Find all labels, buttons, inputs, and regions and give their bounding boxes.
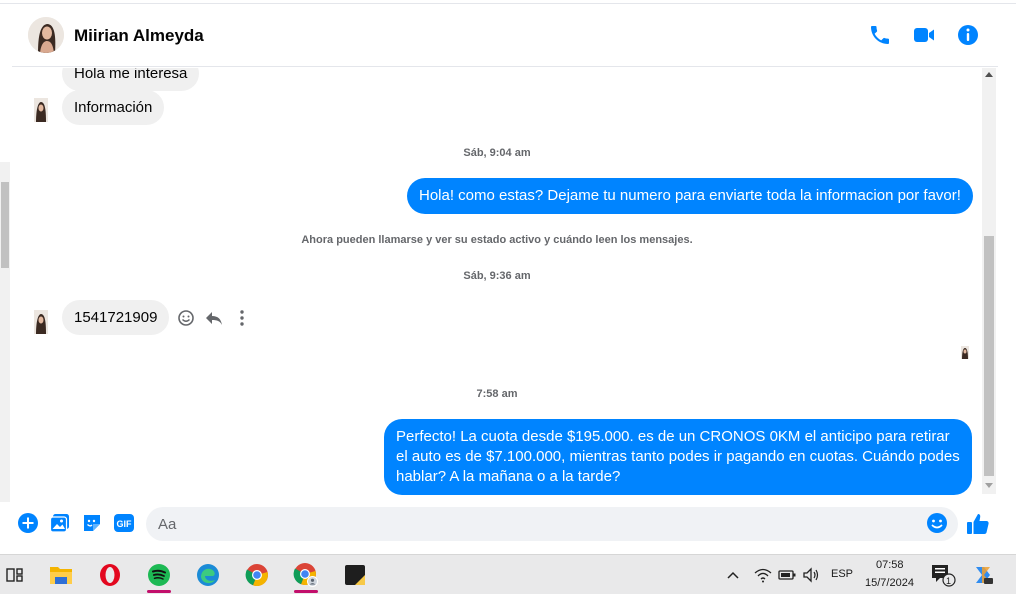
scroll-up-icon[interactable] xyxy=(985,72,993,77)
photo-icon[interactable] xyxy=(49,512,71,534)
sticker-icon[interactable] xyxy=(81,512,103,534)
battery-icon[interactable] xyxy=(776,560,798,590)
notifications-icon[interactable]: 1 xyxy=(928,560,958,590)
message-input[interactable] xyxy=(146,507,958,541)
more-options-icon[interactable] xyxy=(232,308,252,328)
top-edge xyxy=(0,0,1016,4)
system-note: Ahora pueden llamarse y ver su estado ac… xyxy=(301,234,693,246)
clock-date[interactable]: 15/7/2024 xyxy=(865,577,914,589)
like-icon[interactable] xyxy=(965,511,991,537)
active-indicator xyxy=(294,590,318,593)
messenger-window: Miirian Almeyda Hola me interesa Informa… xyxy=(0,0,1016,554)
message-list: Hola me interesa Información Sáb, 9:04 a… xyxy=(12,68,982,500)
gif-icon[interactable]: GIF xyxy=(113,512,135,534)
gif-label: GIF xyxy=(117,519,133,529)
sticky-notes-icon[interactable] xyxy=(340,560,370,590)
left-scrollbar[interactable] xyxy=(0,162,10,502)
left-scroll-thumb[interactable] xyxy=(1,182,9,268)
video-call-icon[interactable] xyxy=(912,23,938,49)
taskbar: ESP 07:58 15/7/2024 1 xyxy=(0,554,1016,594)
contact-avatar-small xyxy=(34,310,48,334)
timestamp: 7:58 am xyxy=(476,388,518,400)
incoming-message[interactable]: Información xyxy=(62,90,165,125)
phone-icon[interactable] xyxy=(868,23,894,49)
show-hidden-icons-icon[interactable] xyxy=(724,560,742,590)
volume-icon[interactable] xyxy=(800,560,822,590)
incoming-message[interactable]: 1541721909 xyxy=(62,300,170,335)
right-scrollbar[interactable] xyxy=(982,68,996,494)
emoji-icon[interactable] xyxy=(926,512,948,534)
task-view-icon[interactable] xyxy=(0,560,30,590)
contact-avatar-small xyxy=(34,98,48,122)
outgoing-message[interactable]: Hola! como estas? Dejame tu numero para … xyxy=(407,178,973,214)
composer: GIF xyxy=(12,502,998,546)
incoming-message[interactable]: Hola me interesa xyxy=(62,68,200,91)
react-emoji-icon[interactable] xyxy=(176,308,196,328)
opera-icon[interactable] xyxy=(95,560,125,590)
spotify-icon[interactable] xyxy=(144,560,174,593)
scroll-down-icon[interactable] xyxy=(985,483,993,488)
file-explorer-icon[interactable] xyxy=(46,560,76,590)
edge-icon[interactable] xyxy=(193,560,223,590)
contact-avatar[interactable] xyxy=(28,17,64,53)
seen-receipt-avatar xyxy=(961,346,969,359)
right-scroll-thumb[interactable] xyxy=(984,236,994,476)
notification-count: 1 xyxy=(946,576,952,586)
outgoing-message[interactable]: Perfecto! La cuota desde $195.000. es de… xyxy=(384,419,972,495)
add-icon[interactable] xyxy=(17,512,39,534)
input-language[interactable]: ESP xyxy=(831,568,853,580)
clock-time[interactable]: 07:58 xyxy=(876,559,904,571)
info-icon[interactable] xyxy=(956,23,982,49)
active-indicator xyxy=(147,590,171,593)
timestamp: Sáb, 9:36 am xyxy=(463,270,531,282)
timestamp: Sáb, 9:04 am xyxy=(463,147,531,159)
chrome-profile-icon[interactable] xyxy=(291,560,321,593)
network-icon[interactable] xyxy=(752,560,774,590)
copilot-icon[interactable] xyxy=(968,560,998,590)
reply-icon[interactable] xyxy=(204,308,224,328)
chat-header: Miirian Almeyda xyxy=(12,5,998,67)
contact-name[interactable]: Miirian Almeyda xyxy=(74,26,204,46)
chrome-icon[interactable] xyxy=(242,560,272,590)
